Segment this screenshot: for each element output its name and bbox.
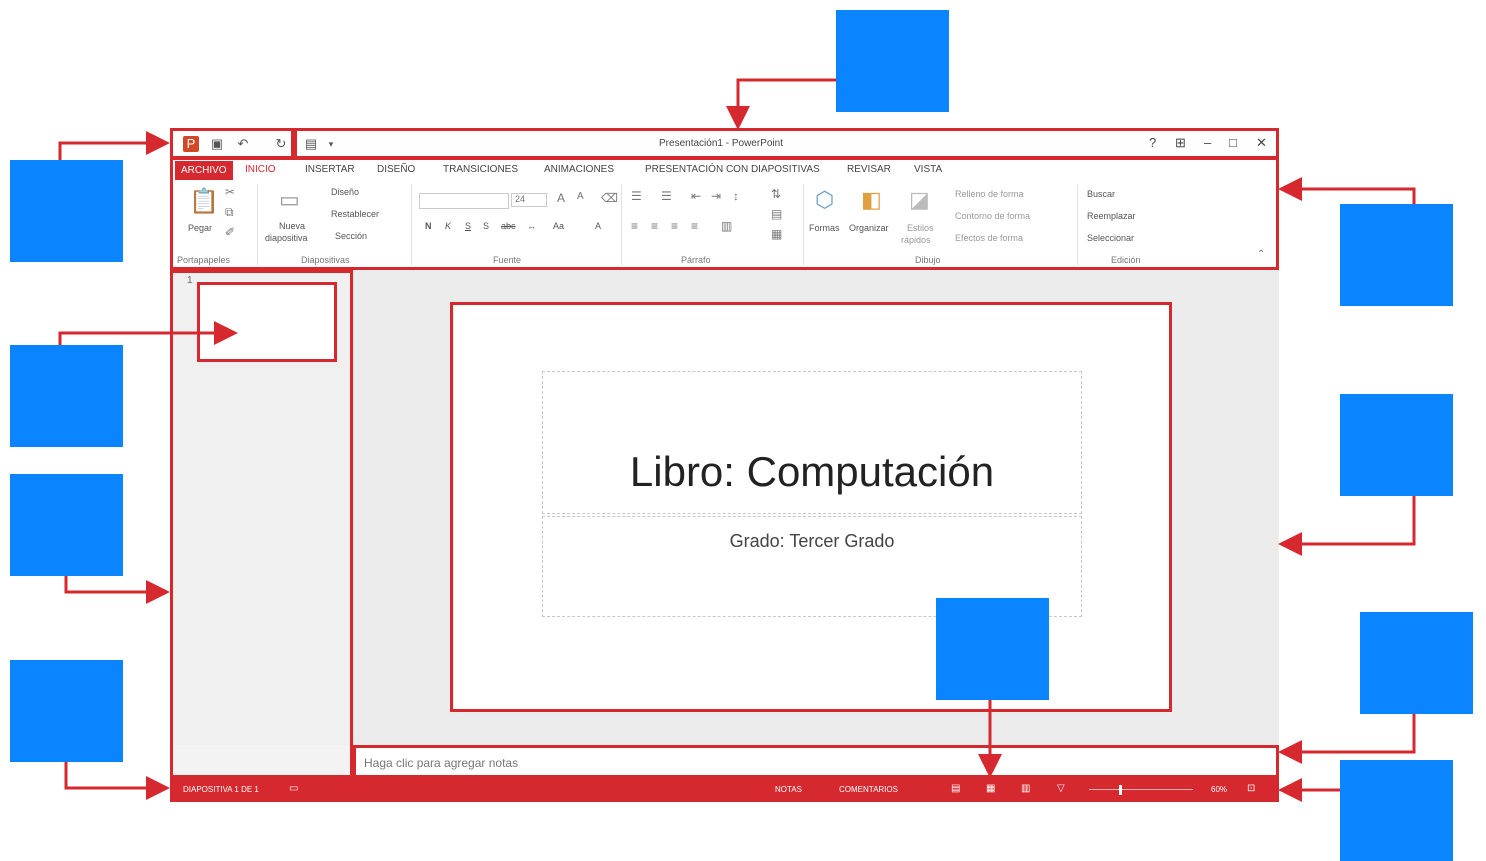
callout-box-quick-access	[10, 160, 123, 262]
callout-box-ribbon	[1340, 204, 1453, 306]
callout-arrows	[58, 78, 1416, 802]
callout-box-thumbnails-pane	[10, 474, 123, 576]
callout-box-notes	[1360, 612, 1473, 714]
callout-box-status-bar	[10, 660, 123, 762]
callout-box-slide	[1340, 394, 1453, 496]
callout-box-view-buttons	[936, 598, 1049, 700]
callout-box-zoom	[1340, 760, 1453, 861]
callout-box-title-bar	[836, 10, 949, 112]
callout-box-thumbnail	[10, 345, 123, 447]
